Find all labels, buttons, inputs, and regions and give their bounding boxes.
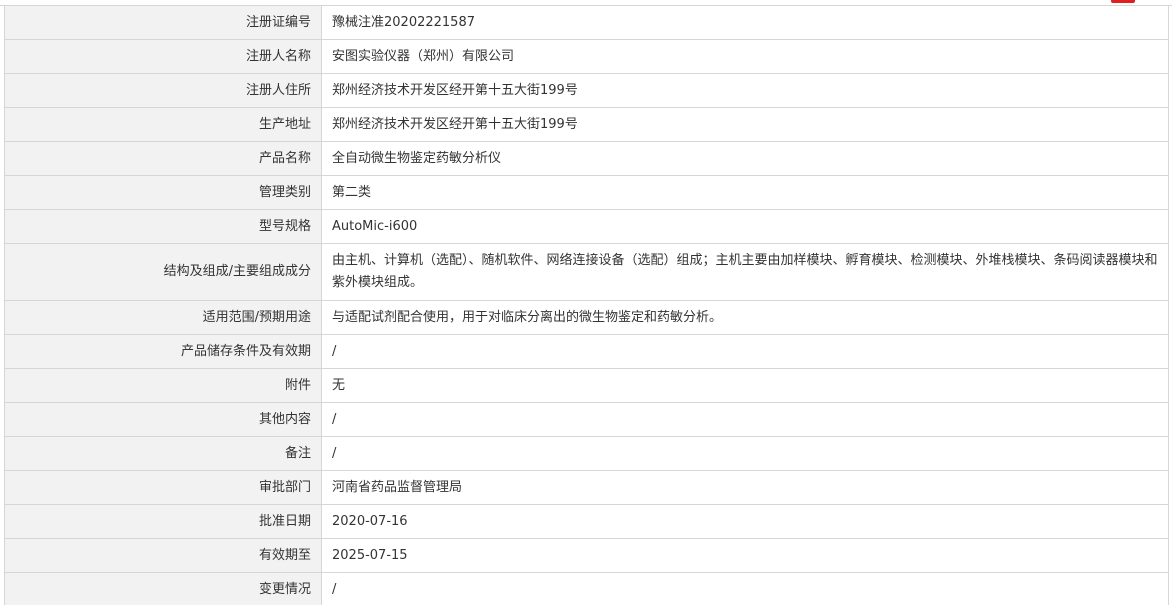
detail-row-valid-until: 有效期至 2025-07-15: [4, 538, 1169, 573]
detail-row-other-content: 其他内容 /: [4, 402, 1169, 437]
registration-detail-page: 注册证编号 豫械注准20202221587 注册人名称 安图实验仪器（郑州）有限…: [0, 0, 1172, 605]
row-label: 注册人名称: [4, 39, 322, 74]
row-value: 由主机、计算机（选配）、随机软件、网络连接设备（选配）组成；主机主要由加样模块、…: [321, 243, 1169, 301]
row-label: 变更情况: [4, 572, 322, 605]
row-label: 其他内容: [4, 402, 322, 437]
detail-row-structure-composition: 结构及组成/主要组成成分 由主机、计算机（选配）、随机软件、网络连接设备（选配）…: [4, 243, 1169, 301]
detail-row-intended-use: 适用范围/预期用途 与适配试剂配合使用，用于对临床分离出的微生物鉴定和药敏分析。: [4, 300, 1169, 335]
row-label: 生产地址: [4, 107, 322, 142]
row-value: 郑州经济技术开发区经开第十五大街199号: [321, 107, 1169, 142]
row-value: 与适配试剂配合使用，用于对临床分离出的微生物鉴定和药敏分析。: [321, 300, 1169, 335]
row-value: 无: [321, 368, 1169, 403]
row-value: /: [321, 436, 1169, 471]
row-label: 型号规格: [4, 209, 322, 244]
row-label: 结构及组成/主要组成成分: [4, 243, 322, 301]
row-label: 管理类别: [4, 175, 322, 210]
row-value: AutoMic-i600: [321, 209, 1169, 244]
detail-row-product-name: 产品名称 全自动微生物鉴定药敏分析仪: [4, 141, 1169, 176]
row-label: 有效期至: [4, 538, 322, 573]
row-label: 注册人住所: [4, 73, 322, 108]
row-value: /: [321, 334, 1169, 369]
row-value: 豫械注准20202221587: [321, 5, 1169, 40]
detail-row-change-status: 变更情况 /: [4, 572, 1169, 605]
detail-row-model-spec: 型号规格 AutoMic-i600: [4, 209, 1169, 244]
detail-row-remarks: 备注 /: [4, 436, 1169, 471]
row-label: 产品名称: [4, 141, 322, 176]
row-label: 备注: [4, 436, 322, 471]
row-value: 安图实验仪器（郑州）有限公司: [321, 39, 1169, 74]
detail-row-approval-department: 审批部门 河南省药品监督管理局: [4, 470, 1169, 505]
detail-row-registrant-name: 注册人名称 安图实验仪器（郑州）有限公司: [4, 39, 1169, 74]
row-label: 附件: [4, 368, 322, 403]
detail-row-management-category: 管理类别 第二类: [4, 175, 1169, 210]
row-value: 全自动微生物鉴定药敏分析仪: [321, 141, 1169, 176]
row-value: 郑州经济技术开发区经开第十五大街199号: [321, 73, 1169, 108]
row-label: 适用范围/预期用途: [4, 300, 322, 335]
row-value: 2025-07-15: [321, 538, 1169, 573]
detail-row-production-address: 生产地址 郑州经济技术开发区经开第十五大街199号: [4, 107, 1169, 142]
row-label: 批准日期: [4, 504, 322, 539]
detail-row-registration-number: 注册证编号 豫械注准20202221587: [4, 5, 1169, 40]
row-value: 河南省药品监督管理局: [321, 470, 1169, 505]
row-label: 产品储存条件及有效期: [4, 334, 322, 369]
row-value: /: [321, 402, 1169, 437]
detail-row-attachment: 附件 无: [4, 368, 1169, 403]
red-corner-tab[interactable]: [1111, 0, 1135, 3]
row-value: 2020-07-16: [321, 504, 1169, 539]
detail-row-approval-date: 批准日期 2020-07-16: [4, 504, 1169, 539]
row-value: 第二类: [321, 175, 1169, 210]
row-value: /: [321, 572, 1169, 605]
detail-row-storage-validity: 产品储存条件及有效期 /: [4, 334, 1169, 369]
registration-detail-table: 注册证编号 豫械注准20202221587 注册人名称 安图实验仪器（郑州）有限…: [4, 5, 1169, 605]
row-label: 审批部门: [4, 470, 322, 505]
row-label: 注册证编号: [4, 5, 322, 40]
detail-row-registrant-address: 注册人住所 郑州经济技术开发区经开第十五大街199号: [4, 73, 1169, 108]
